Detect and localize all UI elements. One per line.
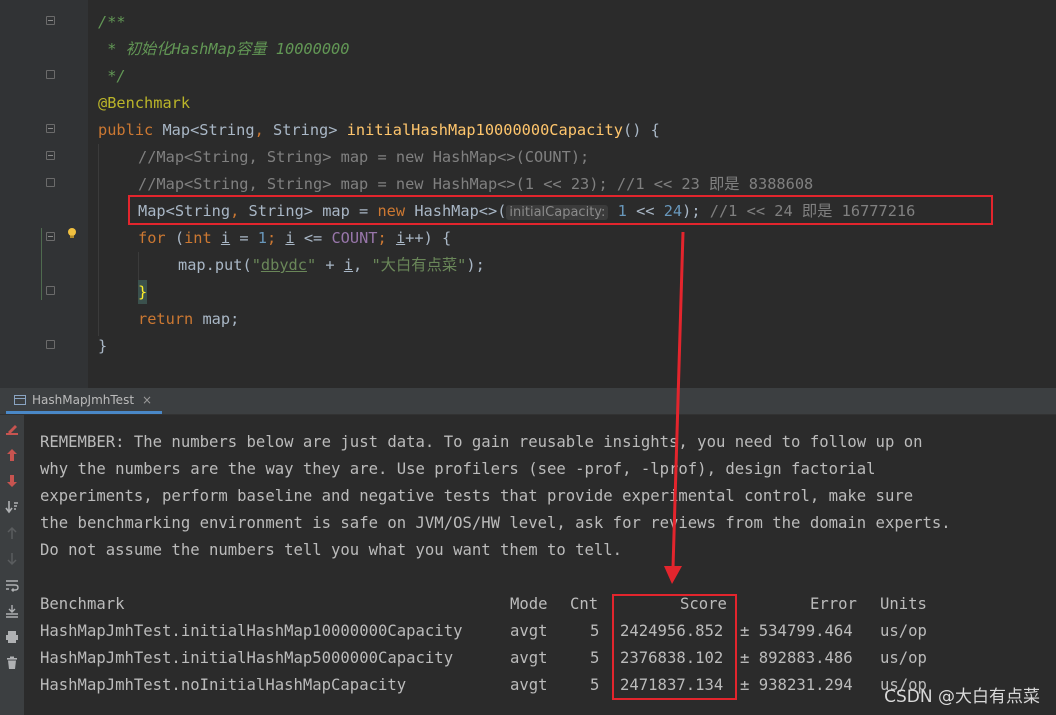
error-cell: ± 892883.486 — [740, 649, 853, 667]
code-line: @Benchmark — [98, 94, 191, 112]
column-header: Units — [880, 595, 927, 613]
arrow-up-icon[interactable] — [4, 447, 20, 463]
editor-gutter[interactable] — [0, 0, 88, 388]
tool-window-tab-bar: HashMapJmhTest × — [0, 388, 1056, 415]
code-line: } — [98, 337, 108, 355]
run-tool-window: HashMapJmhTest × REMEMBER: The numbers b… — [0, 388, 1056, 715]
column-header: Error — [810, 595, 857, 613]
console-line: experiments, perform baseline and negati… — [40, 487, 914, 505]
arrow-down-disabled-icon — [4, 551, 20, 567]
units-cell: us/op — [880, 649, 927, 667]
indent-guide — [98, 144, 99, 336]
code-line: //Map<String, String> map = new HashMap<… — [138, 148, 590, 166]
cnt-cell: 5 — [590, 622, 600, 640]
mode-cell: avgt — [510, 622, 548, 640]
code-editor[interactable]: /** * 初始化HashMap容量 10000000 */ @Benchmar… — [0, 0, 1056, 388]
lightbulb-icon[interactable] — [66, 227, 78, 239]
column-header: Mode — [510, 595, 548, 613]
console-tab-icon — [14, 394, 26, 405]
code-line: return map; — [138, 310, 240, 328]
benchmark-cell: HashMapJmhTest.noInitialHashMapCapacity — [40, 676, 407, 694]
watermark: CSDN @大白有点菜 — [884, 687, 1040, 707]
code-line: * 初始化HashMap容量 10000000 — [98, 40, 350, 58]
error-cell: ± 938231.294 — [740, 676, 853, 694]
sort-icon[interactable] — [4, 499, 20, 515]
code-line: public Map<String, String> initialHashMa… — [98, 121, 660, 139]
column-header: Cnt — [570, 595, 599, 613]
error-cell: ± 534799.464 — [740, 622, 853, 640]
fold-marker-icon[interactable] — [46, 178, 55, 187]
fold-marker-icon[interactable] — [46, 124, 55, 133]
indent-guide — [138, 252, 139, 282]
units-cell: us/op — [880, 622, 927, 640]
code-line: for (int i = 1; i <= COUNT; i++) { — [138, 229, 452, 247]
mode-cell: avgt — [510, 676, 548, 694]
trash-icon[interactable] — [4, 655, 20, 671]
arrow-up-disabled-icon — [4, 525, 20, 541]
cnt-cell: 5 — [590, 676, 600, 694]
stop-icon[interactable] — [4, 421, 20, 437]
mode-cell: avgt — [510, 649, 548, 667]
console-line: the benchmarking environment is safe on … — [40, 514, 951, 532]
fold-marker-icon[interactable] — [46, 340, 55, 349]
tab-label: HashMapJmhTest — [32, 392, 135, 407]
close-icon[interactable]: × — [142, 393, 152, 407]
scroll-to-end-icon[interactable] — [4, 603, 20, 619]
fold-marker-icon[interactable] — [46, 70, 55, 79]
benchmark-cell: HashMapJmhTest.initialHashMap5000000Capa… — [40, 649, 454, 667]
benchmark-cell: HashMapJmhTest.initialHashMap10000000Cap… — [40, 622, 463, 640]
console-toolbar — [0, 415, 24, 715]
code-line: map.put("dbydc" + i, "大白有点菜"); — [178, 256, 485, 274]
fold-marker-icon[interactable] — [46, 16, 55, 25]
soft-wrap-icon[interactable] — [4, 577, 20, 593]
vcs-change-marker — [41, 228, 42, 300]
fold-marker-icon[interactable] — [46, 151, 55, 160]
code-line: //Map<String, String> map = new HashMap<… — [138, 175, 814, 193]
arrow-down-icon[interactable] — [4, 473, 20, 489]
code-line: /** — [98, 13, 126, 31]
cnt-cell: 5 — [590, 649, 600, 667]
tab-hashmapjmhtest[interactable]: HashMapJmhTest × — [6, 388, 163, 414]
fold-marker-icon[interactable] — [46, 232, 55, 241]
console-line: REMEMBER: The numbers below are just dat… — [40, 433, 923, 451]
fold-marker-icon[interactable] — [46, 286, 55, 295]
highlight-box-score — [612, 594, 737, 700]
code-line: } — [138, 280, 148, 304]
highlight-box-code — [128, 195, 993, 225]
code-line: */ — [98, 67, 126, 85]
console-line: Do not assume the numbers tell you what … — [40, 541, 623, 559]
console-line: why the numbers are the way they are. Us… — [40, 460, 876, 478]
print-icon[interactable] — [4, 629, 20, 645]
column-header: Benchmark — [40, 595, 125, 613]
